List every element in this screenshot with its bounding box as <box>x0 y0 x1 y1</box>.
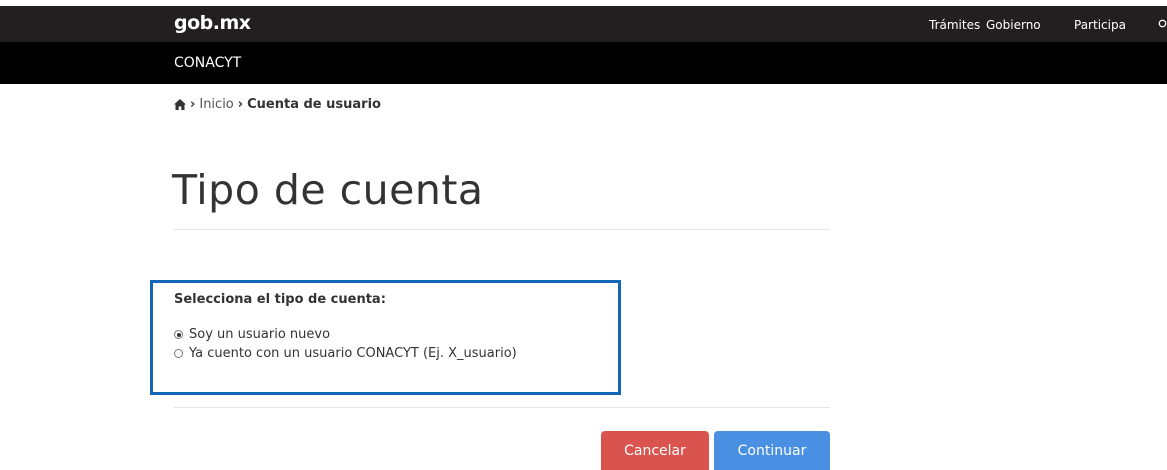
nav-tramites[interactable]: Trámites <box>929 18 980 32</box>
gob-logo[interactable]: gob.mx <box>174 12 251 34</box>
account-type-label: Selecciona el tipo de cuenta: <box>174 292 386 307</box>
radio-label-existing-user: Ya cuento con un usuario CONACYT (Ej. X_… <box>189 346 517 361</box>
subheader-title[interactable]: CONACYT <box>174 55 241 71</box>
nav-participa[interactable]: Participa <box>1074 18 1126 32</box>
title-divider <box>174 229 830 230</box>
cancel-button[interactable]: Cancelar <box>601 431 709 470</box>
nav-gobierno[interactable]: Gobierno <box>986 18 1041 32</box>
breadcrumb: › Inicio › Cuenta de usuario <box>174 97 381 112</box>
form-divider <box>174 407 830 408</box>
search-icon[interactable] <box>1158 19 1167 28</box>
breadcrumb-current: Cuenta de usuario <box>247 97 381 112</box>
radio-option-new-user[interactable]: Soy un usuario nuevo <box>174 327 330 342</box>
radio-new-user[interactable] <box>174 330 183 339</box>
breadcrumb-inicio[interactable]: Inicio <box>199 97 233 112</box>
gob-header: gob.mx Trámites Gobierno Participa <box>0 6 1167 42</box>
radio-label-new-user: Soy un usuario nuevo <box>189 327 331 342</box>
breadcrumb-separator: › <box>237 97 244 112</box>
subheader-bar: CONACYT <box>0 42 1167 84</box>
continue-button[interactable]: Continuar <box>714 431 830 470</box>
page-title: Tipo de cuenta <box>172 166 484 214</box>
home-icon[interactable] <box>174 99 186 110</box>
breadcrumb-separator: › <box>190 97 196 112</box>
radio-existing-user[interactable] <box>174 349 183 358</box>
radio-option-existing-user[interactable]: Ya cuento con un usuario CONACYT (Ej. X_… <box>174 346 517 361</box>
